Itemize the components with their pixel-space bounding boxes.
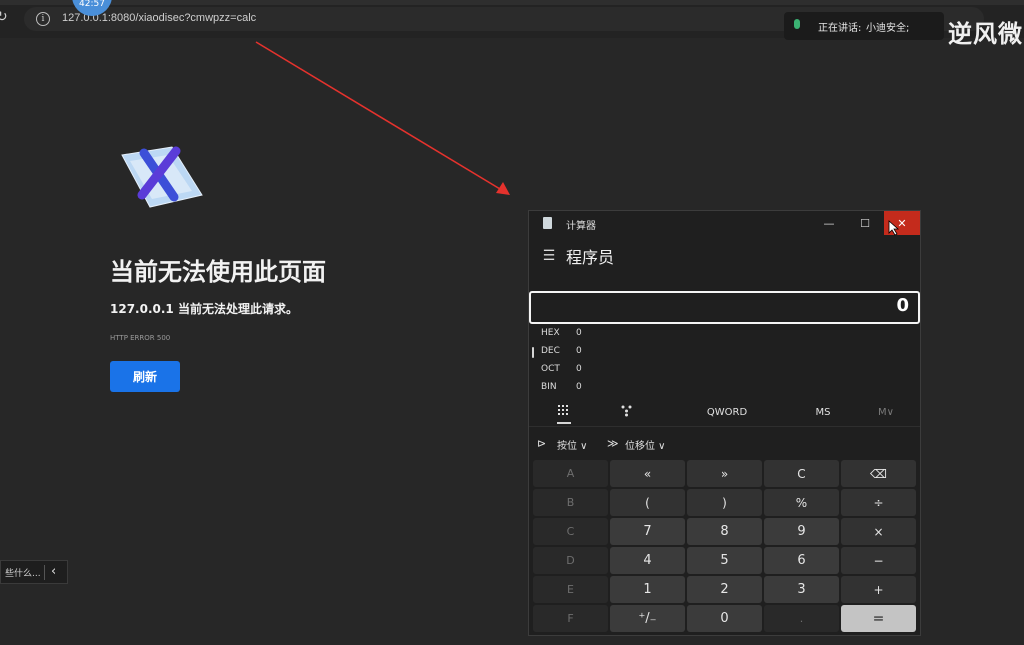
key-3[interactable]: 3 (764, 576, 839, 603)
key-rotate-left[interactable]: « (610, 460, 685, 487)
error-title: 当前无法使用此页面 (110, 258, 326, 286)
key-hex-a[interactable]: A (533, 460, 608, 487)
key-7[interactable]: 7 (610, 518, 685, 545)
radix-dec[interactable]: DEC 0 (529, 344, 729, 362)
bitwise-dropdown[interactable]: 按位 ∨ (557, 434, 607, 454)
menu-button[interactable]: ☰ (539, 244, 559, 266)
minimize-icon: — (823, 216, 835, 230)
key-4[interactable]: 4 (610, 547, 685, 574)
radix-name: BIN (541, 382, 557, 392)
error-subtitle: 127.0.0.1 当前无法处理此请求。 (110, 302, 298, 316)
key-5[interactable]: 5 (687, 547, 762, 574)
key-hex-e[interactable]: E (533, 576, 608, 603)
mouse-cursor (888, 220, 900, 236)
minimize-button[interactable]: — (811, 211, 847, 235)
radix-hex[interactable]: HEX 0 (529, 326, 729, 344)
display-value: 0 (896, 295, 909, 316)
divider (44, 565, 45, 580)
divider (529, 426, 920, 427)
key-clear[interactable]: C (764, 460, 839, 487)
radix-name: DEC (541, 346, 560, 356)
radix-value: 0 (576, 364, 582, 374)
key-0[interactable]: 0 (687, 605, 762, 632)
key-decimal[interactable]: . (764, 605, 839, 632)
key-modulo[interactable]: % (764, 489, 839, 516)
key-add[interactable]: + (841, 576, 916, 603)
keypad-icon (558, 404, 568, 415)
key-9[interactable]: 9 (764, 518, 839, 545)
key-hex-d[interactable]: D (533, 547, 608, 574)
mode-title: 程序员 (566, 248, 615, 267)
bit-toggle-icon (621, 405, 632, 416)
error-page-icon (118, 145, 204, 215)
key-open-paren[interactable]: ( (610, 489, 685, 516)
chevron-left-icon[interactable]: ‹ (51, 564, 56, 579)
word-size-button[interactable]: QWORD (699, 399, 755, 425)
radix-oct[interactable]: OCT 0 (529, 362, 729, 380)
radix-value: 0 (576, 382, 582, 392)
key-hex-c[interactable]: C (533, 518, 608, 545)
key-negate[interactable]: ⁺/₋ (610, 605, 685, 632)
maximize-icon: ☐ (860, 216, 870, 230)
bit-toggle-tab[interactable] (617, 399, 637, 425)
calculator-display: 0 (529, 291, 920, 324)
radix-name: HEX (541, 328, 560, 338)
radix-value: 0 (576, 346, 582, 356)
radix-value: 0 (576, 328, 582, 338)
radix-bin[interactable]: BIN 0 (529, 380, 729, 398)
calculator-app-icon (543, 217, 552, 229)
memory-view-button[interactable]: M∨ (873, 399, 899, 425)
key-1[interactable]: 1 (610, 576, 685, 603)
radix-name: OCT (541, 364, 560, 374)
bitwise-icon: ⊳ (537, 437, 547, 450)
memory-store-button[interactable]: MS (809, 399, 837, 425)
key-2[interactable]: 2 (687, 576, 762, 603)
maximize-button[interactable]: ☐ (847, 211, 883, 235)
bitshift-icon: ≫ (607, 437, 619, 450)
backspace-icon[interactable]: ⌫ (841, 460, 916, 487)
side-popup: 些什么... ‹ (0, 560, 68, 584)
window-title: 计算器 (566, 221, 596, 232)
key-8[interactable]: 8 (687, 518, 762, 545)
bitshift-dropdown[interactable]: 位移位 ∨ (625, 434, 685, 454)
calculator-window: 计算器 — ☐ ✕ ☰ 程序员 0 HEX 0 DEC 0 OCT 0 BIN … (528, 210, 921, 636)
error-code: HTTP ERROR 500 (110, 334, 171, 342)
key-multiply[interactable]: × (841, 518, 916, 545)
hamburger-icon: ☰ (542, 246, 556, 263)
key-subtract[interactable]: − (841, 547, 916, 574)
key-close-paren[interactable]: ) (687, 489, 762, 516)
key-hex-f[interactable]: F (533, 605, 608, 632)
reload-button[interactable]: 刷新 (110, 361, 180, 392)
key-6[interactable]: 6 (764, 547, 839, 574)
key-rotate-right[interactable]: » (687, 460, 762, 487)
selection-indicator (532, 347, 534, 358)
key-divide[interactable]: ÷ (841, 489, 916, 516)
side-popup-text: 些什么... (5, 569, 41, 579)
active-tab-underline (557, 422, 571, 424)
key-equals[interactable]: = (841, 605, 916, 632)
key-hex-b[interactable]: B (533, 489, 608, 516)
